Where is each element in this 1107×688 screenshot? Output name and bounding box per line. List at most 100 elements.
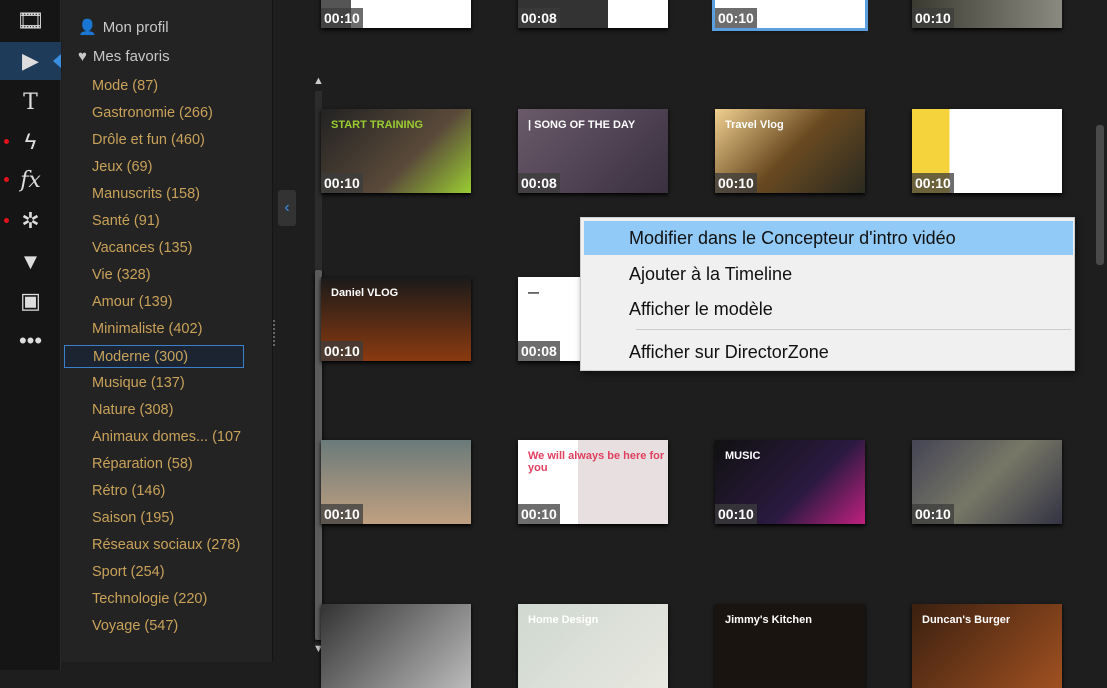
more-icon: ••• — [18, 328, 43, 353]
template-room-icon: ▶ — [22, 48, 39, 73]
template-thumbnail[interactable]: START TRAINING 00:10 — [321, 109, 471, 193]
duration-badge: 00:10 — [715, 504, 757, 524]
duration-badge: 00:08 — [518, 341, 560, 361]
my-favorites-link[interactable]: ♥ Mes favoris — [78, 48, 170, 65]
template-thumbnail[interactable]: 00:10 — [912, 0, 1062, 28]
template-thumbnail[interactable]: 00:10 — [912, 440, 1062, 524]
template-title: START TRAINING — [331, 119, 424, 131]
duration-badge: 00:10 — [912, 8, 954, 28]
media-room-icon: 🎞 — [16, 8, 45, 33]
menu-item-edit-in-intro-designer[interactable]: Modifier dans le Concepteur d'intro vidé… — [584, 221, 1073, 255]
notification-dot — [4, 218, 9, 223]
category-item[interactable]: Réseaux sociaux (278) — [64, 534, 244, 557]
particle-room-icon: ▼ — [19, 249, 42, 274]
subtitle-room-button[interactable]: ▣ — [0, 282, 61, 320]
room-icon-bar: 🎞 ▶ Tϟ fx ✲ ▼ ▣ ••• — [0, 0, 61, 670]
template-title: Travel Vlog — [725, 119, 784, 131]
category-item[interactable]: Vacances (135) — [64, 237, 244, 260]
heart-icon: ♥ — [78, 48, 87, 65]
template-thumbnail[interactable]: Travel Vlog 00:10 — [715, 109, 865, 193]
template-room-button[interactable]: ▶ — [0, 42, 61, 80]
menu-separator — [636, 329, 1071, 330]
category-item[interactable]: Jeux (69) — [64, 156, 244, 179]
pip-room-icon: ✲ — [21, 208, 40, 233]
transition-room-icon: ϟ — [24, 129, 37, 154]
duration-badge: 00:08 — [518, 8, 560, 28]
category-item[interactable]: Santé (91) — [64, 210, 244, 233]
template-title: We will always be here for you — [528, 450, 665, 474]
template-title: Daniel VLOG — [331, 287, 399, 299]
template-thumbnail[interactable]: MUSIC 00:10 — [715, 440, 865, 524]
category-item[interactable]: Musique (137) — [64, 372, 244, 395]
template-thumbnail[interactable]: Daniel VLOG 00:10 — [321, 277, 471, 361]
effect-room-icon: fx — [20, 167, 41, 193]
category-item[interactable]: Manuscrits (158) — [64, 183, 244, 206]
grid-scroll-thumb[interactable] — [1096, 125, 1104, 265]
template-thumbnail[interactable]: 00:10 — [321, 440, 471, 524]
category-item[interactable]: Nature (308) — [64, 399, 244, 422]
duration-badge: 00:10 — [321, 173, 363, 193]
category-item[interactable]: Saison (195) — [64, 507, 244, 530]
menu-item-add-to-timeline[interactable]: Ajouter à la Timeline — [584, 257, 1073, 291]
category-item[interactable]: Voyage (547) — [64, 615, 244, 638]
chevron-left-icon: ‹ — [284, 199, 290, 216]
category-item[interactable]: Amour (139) — [64, 291, 244, 314]
duration-badge: 00:10 — [518, 504, 560, 524]
particle-room-button[interactable]: ▼ — [0, 243, 61, 281]
title-room-button[interactable]: T — [0, 83, 61, 121]
category-item[interactable]: Vie (328) — [64, 264, 244, 287]
duration-badge: 00:10 — [715, 173, 757, 193]
duration-badge: 00:08 — [518, 173, 560, 193]
category-item[interactable]: Animaux domes... (107 — [64, 426, 244, 449]
category-item[interactable]: Gastronomie (266) — [64, 102, 244, 125]
category-item[interactable]: Mode (87) — [64, 75, 244, 98]
template-thumbnail[interactable]: We will always be here for you 00:10 — [518, 440, 668, 524]
subtitle-room-icon: ▣ — [20, 288, 41, 313]
category-item[interactable]: Réparation (58) — [64, 453, 244, 476]
duration-badge: 00:10 — [321, 8, 363, 28]
template-title: MUSIC — [725, 450, 761, 462]
template-thumbnail[interactable]: 00:10 — [321, 0, 471, 28]
more-button[interactable]: ••• — [0, 322, 61, 360]
collapse-panel-button[interactable]: ‹ — [278, 190, 296, 226]
duration-badge: 00:10 — [912, 173, 954, 193]
notification-dot — [4, 177, 9, 182]
template-thumbnail[interactable]: Duncan's Burger — [912, 604, 1062, 688]
template-title: — — [528, 287, 539, 299]
context-menu: Modifier dans le Concepteur d'intro vidé… — [580, 217, 1075, 371]
profile-icon: 👤 — [78, 19, 97, 36]
category-item[interactable]: Moderne (300) — [64, 345, 244, 368]
template-thumbnail[interactable]: 00:08 — [518, 0, 668, 28]
resize-grip[interactable] — [273, 320, 276, 346]
category-item[interactable]: Technologie (220) — [64, 588, 244, 611]
template-title: Jimmy's Kitchen — [725, 614, 812, 626]
category-item[interactable]: Rétro (146) — [64, 480, 244, 503]
template-thumbnail[interactable]: Home Design — [518, 604, 668, 688]
selected-arrow — [53, 54, 61, 68]
pip-room-button[interactable]: ✲ — [0, 202, 61, 240]
my-profile-link[interactable]: 👤 Mon profil — [78, 18, 169, 37]
template-thumbnail[interactable]: 00:10 — [712, 0, 868, 31]
media-room-button[interactable]: 🎞 — [0, 2, 61, 40]
category-panel: 👤 Mon profil ♥ Mes favoris Mode (87) Gastro… — [62, 0, 324, 662]
template-thumbnail[interactable]: | SONG OF THE DAY 00:08 — [518, 109, 668, 193]
menu-item-view-template[interactable]: Afficher le modèle — [584, 292, 1073, 326]
duration-badge: 00:10 — [912, 504, 954, 524]
duration-badge: 00:10 — [321, 504, 363, 524]
template-thumbnail[interactable]: Jimmy's Kitchen — [715, 604, 865, 688]
category-item[interactable]: Drôle et fun (460) — [64, 129, 244, 152]
template-title: | SONG OF THE DAY — [528, 119, 636, 131]
title-room-icon: T — [23, 89, 38, 115]
template-thumbnail[interactable] — [321, 604, 471, 688]
category-item[interactable]: Sport (254) — [64, 561, 244, 584]
template-thumbnail[interactable]: 00:10 — [912, 109, 1062, 193]
effect-room-button[interactable]: fx — [0, 161, 61, 199]
transition-room-button[interactable]: ϟ — [0, 123, 61, 161]
duration-badge: 00:10 — [715, 8, 757, 28]
category-item[interactable]: Minimaliste (402) — [64, 318, 244, 341]
template-title: Duncan's Burger — [922, 614, 1011, 626]
grid-scrollbar[interactable] — [1093, 0, 1107, 670]
menu-item-view-on-directorzone[interactable]: Afficher sur DirectorZone — [584, 335, 1073, 369]
notification-dot — [4, 139, 9, 144]
duration-badge: 00:10 — [321, 341, 363, 361]
